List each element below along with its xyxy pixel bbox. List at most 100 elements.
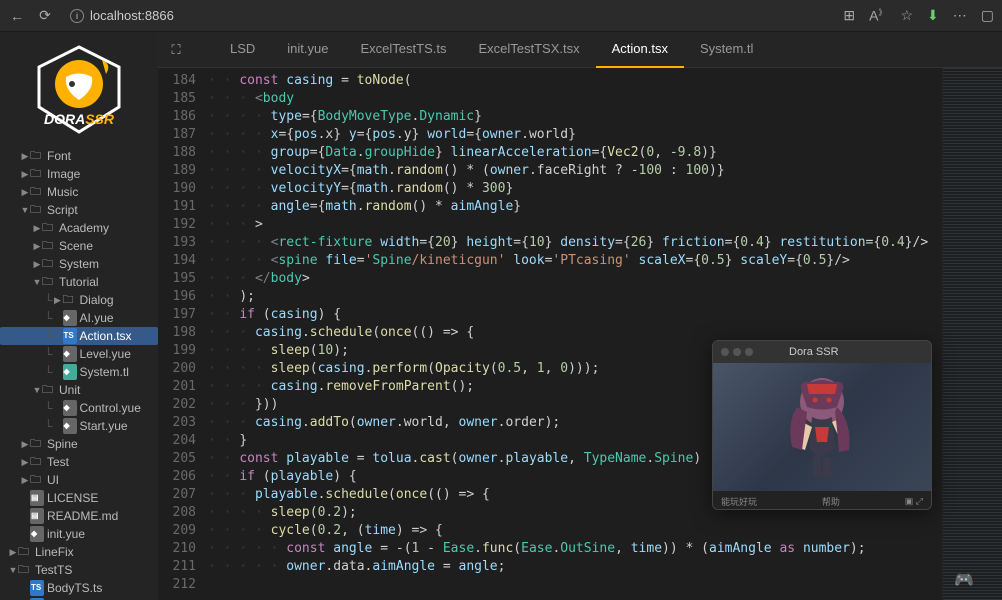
folder-icon: 🗀 — [63, 292, 77, 308]
caret-icon — [53, 292, 63, 308]
tree-item-label: Academy — [59, 220, 109, 236]
browser-toolbar: ← ⟳ i localhost:8866 ⊞ A》 ☆ ⬇ ⋯ ▢ — [0, 0, 1002, 32]
tree-item-label: README.md — [47, 508, 118, 524]
minimap[interactable] — [942, 68, 1002, 600]
file-icon: ◆ — [63, 310, 77, 326]
tab-init-yue[interactable]: init.yue — [271, 32, 344, 68]
url-text: localhost:8866 — [90, 8, 174, 23]
tree-item-action-tsx[interactable]: └ TSAction.tsx — [0, 327, 158, 345]
tree-item-music[interactable]: 🗀Music — [0, 183, 158, 201]
code-editor[interactable]: · · const casing = toNode( · · · <body ·… — [208, 68, 942, 600]
favorite-icon[interactable]: ☆ — [900, 7, 913, 24]
tree-item-readme-md[interactable]: ▤README.md — [0, 507, 158, 525]
tree-item-font[interactable]: 🗀Font — [0, 147, 158, 165]
character-sprite — [777, 372, 867, 482]
tree-item-bodyts-ts[interactable]: TSBodyTS.ts — [0, 579, 158, 597]
tree-item-testts[interactable]: 🗀TestTS — [0, 561, 158, 579]
tree-item-init-yue[interactable]: ◆init.yue — [0, 525, 158, 543]
fullscreen-button[interactable]: ⛶ — [158, 42, 194, 58]
tree-item-label: LineFix — [35, 544, 74, 560]
line-gutter: 184 185 186 187 188 189 190 191 192 193 … — [158, 68, 208, 600]
folder-icon: 🗀 — [42, 256, 56, 272]
tree-item-label: Dialog — [80, 292, 114, 308]
sidebar-toggle-icon[interactable]: ▢ — [981, 7, 994, 24]
info-icon[interactable]: i — [70, 9, 84, 23]
tree-item-scene[interactable]: 🗀Scene — [0, 237, 158, 255]
folder-icon: 🗀 — [42, 238, 56, 254]
controller-icon[interactable]: 🎮 — [954, 570, 974, 590]
tree-item-license[interactable]: ▤LICENSE — [0, 489, 158, 507]
tree-item-label: Tutorial — [59, 274, 99, 290]
tree-item-label: Unit — [59, 382, 80, 398]
tree-item-spine[interactable]: 🗀Spine — [0, 435, 158, 453]
app-icon[interactable]: ⊞ — [843, 7, 855, 24]
folder-icon: 🗀 — [30, 436, 44, 452]
tab-system-tl[interactable]: System.tl — [684, 32, 769, 68]
tree-item-level-yue[interactable]: └ ◆Level.yue — [0, 345, 158, 363]
tree-item-label: LICENSE — [47, 490, 98, 506]
tree-item-label: Music — [47, 184, 78, 200]
tab-exceltesttsx-tsx[interactable]: ExcelTestTSX.tsx — [462, 32, 595, 68]
tree-item-label: AI.yue — [80, 310, 114, 326]
caret-icon — [20, 202, 30, 218]
file-icon: TS — [30, 580, 44, 596]
file-icon: ◆ — [63, 346, 77, 362]
code-container: 184 185 186 187 188 189 190 191 192 193 … — [158, 68, 1002, 600]
tree-item-academy[interactable]: 🗀Academy — [0, 219, 158, 237]
tree-item-image[interactable]: 🗀Image — [0, 165, 158, 183]
file-tree: 🗀Font🗀Image🗀Music🗀Script🗀Academy🗀Scene🗀S… — [0, 147, 158, 600]
read-icon[interactable]: A》 — [869, 7, 886, 24]
tree-item-label: BodyTS.ts — [47, 580, 102, 596]
preview-titlebar[interactable]: Dora SSR — [713, 341, 931, 363]
tree-item-ui[interactable]: 🗀UI — [0, 471, 158, 489]
tree-item-dialog[interactable]: └ 🗀Dialog — [0, 291, 158, 309]
tab-exceltestts-ts[interactable]: ExcelTestTS.ts — [345, 32, 463, 68]
caret-icon — [8, 562, 18, 578]
caret-icon — [8, 544, 18, 560]
url-bar[interactable]: i localhost:8866 — [64, 8, 833, 23]
folder-icon: 🗀 — [30, 148, 44, 164]
caret-icon — [32, 274, 42, 290]
tree-item-unit[interactable]: 🗀Unit — [0, 381, 158, 399]
caret-icon — [20, 436, 30, 452]
file-icon: ▤ — [30, 508, 44, 524]
tree-item-system-tl[interactable]: └ ◈System.tl — [0, 363, 158, 381]
preview-statusbar: 能玩好玩 帮助 ▣ ⤢ — [713, 491, 931, 510]
tab-action-tsx[interactable]: Action.tsx — [596, 32, 684, 68]
preview-status-left: 能玩好玩 — [721, 495, 757, 508]
tree-item-start-yue[interactable]: └ ◆Start.yue — [0, 417, 158, 435]
preview-window[interactable]: Dora SSR — [712, 340, 932, 510]
folder-icon: 🗀 — [30, 202, 44, 218]
tree-item-label: System.tl — [80, 364, 129, 380]
tree-item-label: Level.yue — [80, 346, 131, 362]
tree-item-test[interactable]: 🗀Test — [0, 453, 158, 471]
tab-lsd[interactable]: LSD — [214, 32, 271, 68]
back-button[interactable]: ← — [8, 8, 26, 24]
tree-item-label: TestTS — [35, 562, 72, 578]
more-icon[interactable]: ⋯ — [953, 7, 967, 24]
folder-icon: 🗀 — [18, 544, 32, 560]
tree-item-label: Start.yue — [80, 418, 128, 434]
tree-item-label: Action.tsx — [80, 328, 132, 344]
file-explorer-sidebar: DORASSR 🗀Font🗀Image🗀Music🗀Script🗀Academy… — [0, 32, 158, 600]
editor-tabs: LSDinit.yueExcelTestTS.tsExcelTestTSX.ts… — [194, 32, 1002, 68]
file-icon: ◈ — [63, 364, 77, 380]
file-icon: ◆ — [63, 418, 77, 434]
tree-item-tutorial[interactable]: 🗀Tutorial — [0, 273, 158, 291]
folder-icon: 🗀 — [30, 454, 44, 470]
tree-item-control-yue[interactable]: └ ◆Control.yue — [0, 399, 158, 417]
download-icon[interactable]: ⬇ — [927, 7, 939, 24]
tree-item-linefix[interactable]: 🗀LineFix — [0, 543, 158, 561]
preview-status-right: ▣ ⤢ — [905, 496, 923, 507]
tree-item-system[interactable]: 🗀System — [0, 255, 158, 273]
tree-item-ai-yue[interactable]: └ ◆AI.yue — [0, 309, 158, 327]
folder-icon: 🗀 — [30, 472, 44, 488]
file-icon: TS — [63, 328, 77, 344]
folder-icon: 🗀 — [30, 166, 44, 182]
svg-text:DORASSR: DORASSR — [44, 111, 115, 127]
caret-icon — [20, 472, 30, 488]
file-icon: ▤ — [30, 490, 44, 506]
tree-item-script[interactable]: 🗀Script — [0, 201, 158, 219]
window-controls[interactable] — [721, 348, 753, 356]
refresh-button[interactable]: ⟳ — [36, 7, 54, 24]
